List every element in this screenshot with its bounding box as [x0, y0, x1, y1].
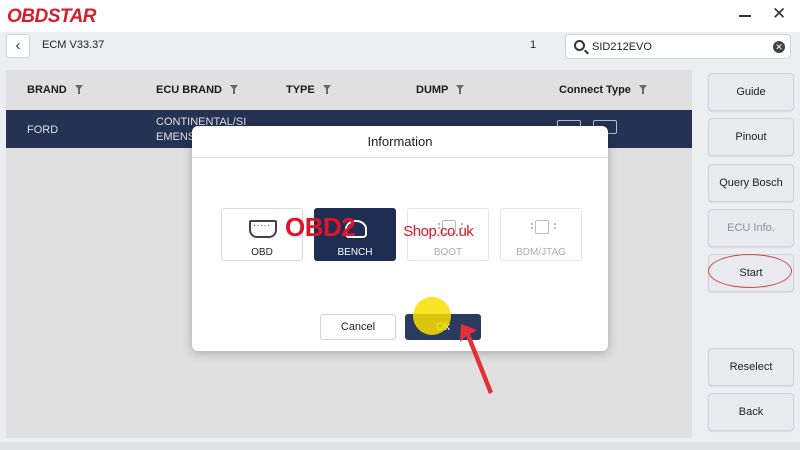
app-logo: OBDSTAR — [7, 6, 97, 27]
guide-button[interactable]: Guide — [708, 73, 794, 111]
reselect-button[interactable]: Reselect — [708, 348, 794, 386]
cursor-highlight — [413, 297, 451, 335]
search-box[interactable]: ✕ — [565, 34, 791, 59]
bottom-bar — [0, 442, 800, 450]
option-bdm-jtag[interactable]: BDM/JTAG — [500, 208, 582, 261]
search-icon — [574, 40, 585, 51]
watermark-logo: OBD2 Shop.co.uk — [285, 212, 474, 243]
pinout-button[interactable]: Pinout — [708, 118, 794, 156]
option-bdm-jtag-label: BDM/JTAG — [516, 247, 566, 258]
page-title: ECM V33.37 — [42, 39, 105, 51]
query-bosch-button[interactable]: Query Bosch NO. — [708, 164, 794, 225]
obd-port-icon — [249, 220, 277, 238]
page-number: 1 — [530, 39, 537, 51]
dialog-title: Information — [192, 126, 608, 158]
clear-search-icon[interactable]: ✕ — [773, 41, 785, 53]
option-bench-label: BENCH — [337, 247, 373, 258]
back-arrow-button[interactable]: ‹ — [6, 34, 30, 58]
back-button[interactable]: Back — [708, 393, 794, 431]
ecu-info-button[interactable]: ECU Info. — [708, 209, 794, 247]
option-boot-label: BOOT — [433, 247, 463, 258]
annotation-arrow-icon — [460, 324, 493, 394]
minimize-button[interactable] — [737, 4, 753, 24]
cancel-button[interactable]: Cancel — [320, 314, 396, 340]
start-highlight-ring — [708, 254, 792, 288]
search-input[interactable] — [592, 39, 762, 55]
nav-bar: ‹ ECM V33.37 1 ✕ — [0, 32, 800, 60]
watermark-brand: OBD2 — [285, 212, 356, 242]
title-bar: OBDSTAR ✕ — [0, 0, 800, 32]
close-button[interactable]: ✕ — [772, 4, 786, 24]
option-obd-label: OBD — [251, 247, 273, 258]
watermark-suffix: Shop.co.uk — [403, 223, 474, 240]
chip-icon — [531, 220, 556, 234]
